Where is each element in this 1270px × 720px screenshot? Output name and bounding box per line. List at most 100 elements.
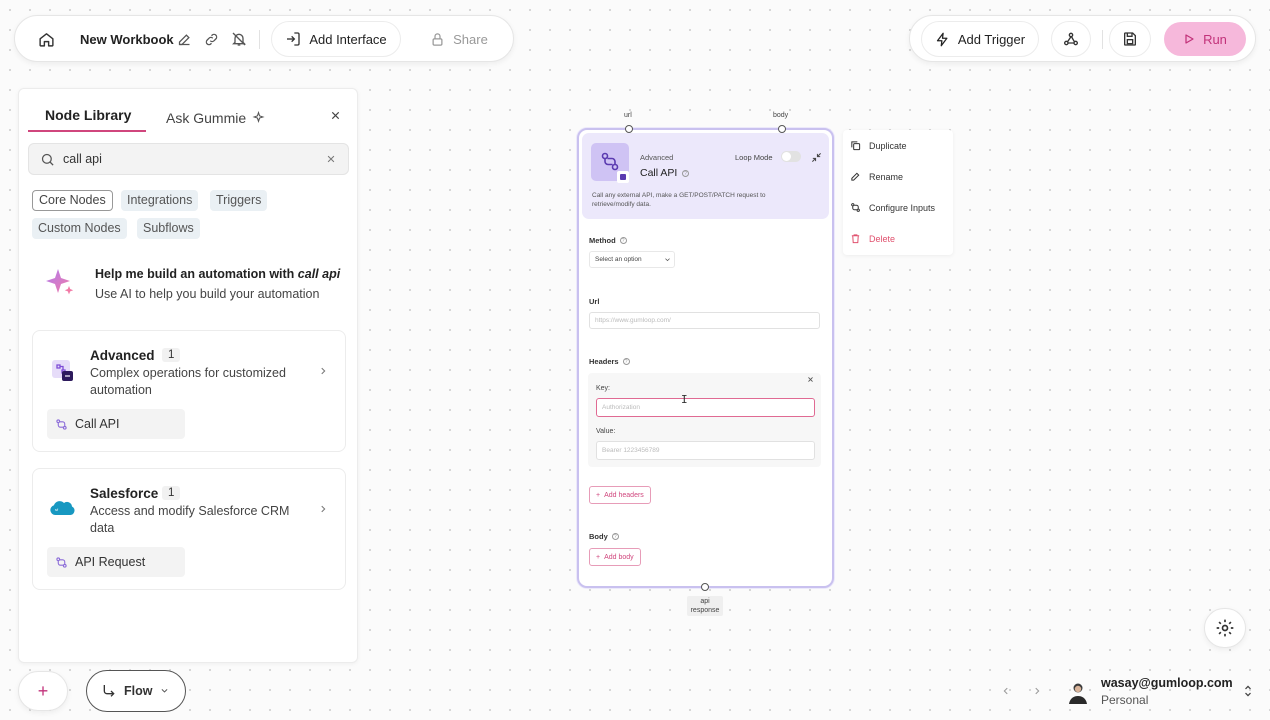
duplicate-menu-item[interactable]: Duplicate <box>850 140 907 151</box>
webhook-button[interactable] <box>1051 21 1091 57</box>
value-input[interactable]: Bearer 1223456789 <box>596 441 815 460</box>
ai-help-title-prefix: Help me build an automation with <box>95 267 298 281</box>
add-node-button[interactable]: + <box>18 671 68 711</box>
filter-integrations[interactable]: Integrations <box>121 190 199 211</box>
account-switch-icon[interactable] <box>1243 684 1253 698</box>
card-title: Salesforce <box>90 486 159 501</box>
lightning-icon <box>935 32 950 47</box>
plus-icon: + <box>37 681 49 701</box>
advanced-category-icon <box>52 360 74 382</box>
add-interface-label: Add Interface <box>309 31 387 47</box>
add-body-label: Add body <box>604 553 634 561</box>
method-select[interactable]: Select an option <box>589 251 675 268</box>
key-placeholder: Authorization <box>602 404 640 411</box>
search-icon <box>40 152 55 167</box>
salesforce-icon: sf <box>49 499 75 517</box>
ai-help-title: Help me build an automation with call ap… <box>95 267 340 281</box>
save-button[interactable] <box>1109 21 1151 57</box>
home-icon[interactable] <box>38 31 55 48</box>
card-count: 1 <box>162 348 181 362</box>
node-header: Advanced Call API ? Loop Mode Call any e… <box>582 133 829 219</box>
add-trigger-label: Add Trigger <box>957 31 1026 47</box>
api-request-icon <box>55 556 68 569</box>
tab-node-library[interactable]: Node Library <box>45 107 131 123</box>
search-box[interactable]: call api <box>28 143 349 175</box>
input-handle-url[interactable] <box>625 125 633 133</box>
node-help-icon[interactable]: ? <box>682 170 689 177</box>
link-icon[interactable] <box>204 32 219 47</box>
pencil-icon <box>850 171 861 182</box>
add-headers-button[interactable]: + Add headers <box>589 486 651 504</box>
run-button[interactable]: Run <box>1164 22 1246 56</box>
add-body-button[interactable]: + Add body <box>589 548 641 566</box>
pencil-icon[interactable] <box>177 32 192 47</box>
share-button[interactable]: Share <box>419 21 499 57</box>
headers-help-icon[interactable]: ? <box>622 358 630 365</box>
user-plan: Personal <box>1101 693 1149 707</box>
flow-label: Flow <box>124 684 153 698</box>
call-api-node[interactable]: Advanced Call API ? Loop Mode Call any e… <box>577 128 834 588</box>
flow-selector[interactable]: Flow <box>86 670 186 712</box>
configure-inputs-menu-item[interactable]: Configure Inputs <box>850 202 935 213</box>
right-toolbar: Add Trigger Run <box>909 15 1256 62</box>
value-label: Value: <box>596 428 616 435</box>
input-handle-label: body <box>773 112 789 119</box>
loop-mode-toggle[interactable] <box>781 151 801 162</box>
search-input[interactable]: call api <box>63 152 102 166</box>
chevron-right-icon[interactable] <box>1032 685 1042 697</box>
node-item-call-api[interactable]: Call API <box>47 409 185 439</box>
play-icon <box>1183 33 1195 45</box>
filter-custom-nodes[interactable]: Custom Nodes <box>32 218 127 239</box>
output-handle[interactable] <box>701 583 709 591</box>
node-item-api-request[interactable]: API Request <box>47 547 185 577</box>
node-description: Call any external API, make a GET/POST/P… <box>592 192 766 208</box>
method-select-value: Select an option <box>595 256 642 263</box>
node-library-panel: Node Library Ask Gummie call api Core No… <box>18 88 358 663</box>
run-label: Run <box>1203 31 1227 47</box>
method-label: Method? <box>589 236 627 245</box>
input-handle-body[interactable] <box>778 125 786 133</box>
method-help-icon[interactable]: ? <box>619 237 627 244</box>
remove-header-icon[interactable] <box>807 376 814 383</box>
delete-label: Delete <box>869 233 896 244</box>
rename-menu-item[interactable]: Rename <box>850 171 903 182</box>
configure-inputs-label: Configure Inputs <box>869 202 936 213</box>
input-handle-label: url <box>624 112 632 119</box>
ai-help-subtitle: Use AI to help you build your automation <box>95 287 320 301</box>
node-category-card[interactable]: sf Salesforce 1 Access and modify Salesf… <box>32 468 346 590</box>
url-input[interactable]: https://www.gumloop.com/ <box>589 312 820 329</box>
body-help-icon[interactable]: ? <box>611 533 619 540</box>
headers-label: Headers? <box>589 357 630 366</box>
header-entry: Key: Authorization Value: Bearer 1223456… <box>588 373 821 467</box>
card-count: 1 <box>162 486 181 500</box>
delete-menu-item[interactable]: Delete <box>850 233 895 244</box>
node-category-card[interactable]: Advanced 1 Complex operations for custom… <box>32 330 346 452</box>
node-category: Advanced <box>640 153 674 162</box>
active-tab-underline <box>28 130 146 132</box>
url-placeholder: https://www.gumloop.com/ <box>595 317 671 324</box>
flow-icon <box>101 683 117 699</box>
add-trigger-button[interactable]: Add Trigger <box>921 21 1039 57</box>
collapse-icon[interactable] <box>811 152 822 163</box>
plus-icon: + <box>596 491 601 499</box>
chevron-left-icon[interactable] <box>1001 685 1011 697</box>
filter-core-nodes[interactable]: Core Nodes <box>32 190 113 211</box>
ai-help-query: call api <box>297 267 341 281</box>
settings-button[interactable] <box>1204 608 1246 648</box>
clear-search-icon[interactable] <box>326 154 336 164</box>
call-api-icon <box>55 418 68 431</box>
avatar[interactable] <box>1066 680 1090 704</box>
add-interface-button[interactable]: Add Interface <box>271 21 401 57</box>
key-input[interactable]: Authorization <box>596 398 815 417</box>
top-toolbar: New Workbook Add Interface Share <box>14 15 514 62</box>
headers-label-text: Headers <box>589 357 619 366</box>
chevron-right-icon <box>318 365 328 377</box>
workbook-name[interactable]: New Workbook <box>80 32 174 47</box>
ai-help-row[interactable]: Help me build an automation with call ap… <box>32 257 346 307</box>
close-icon[interactable] <box>330 110 341 121</box>
bell-off-icon[interactable] <box>231 31 247 47</box>
user-email: wasay@gumloop.com <box>1101 676 1233 690</box>
filter-subflows[interactable]: Subflows <box>137 218 200 239</box>
filter-triggers[interactable]: Triggers <box>210 190 268 211</box>
tab-ask-gummie[interactable]: Ask Gummie <box>166 110 246 126</box>
